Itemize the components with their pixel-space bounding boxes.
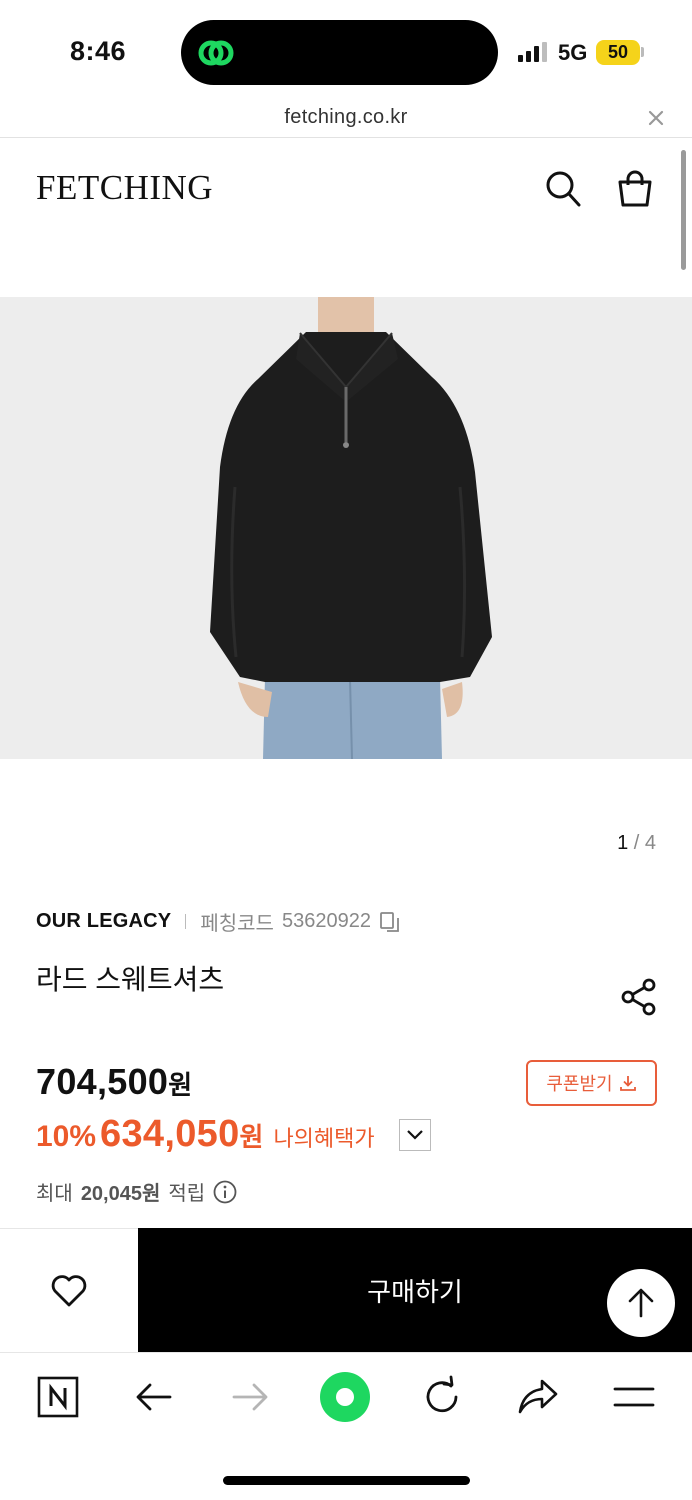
coupon-button[interactable]: 쿠폰받기 — [526, 1060, 657, 1106]
discount-rate: 10% — [36, 1120, 97, 1153]
search-icon[interactable] — [545, 170, 581, 208]
image-separator: / — [633, 832, 640, 854]
original-price: 704,500원 — [36, 1061, 192, 1103]
home-indicator[interactable] — [223, 1476, 470, 1485]
reward-points: 최대 20,045원 적립 — [36, 1177, 237, 1206]
url-text[interactable]: fetching.co.kr — [0, 106, 692, 129]
network-type: 5G — [558, 40, 588, 65]
sale-price-row: 10% 634,050 원 나의혜택가 — [36, 1113, 375, 1156]
product-image[interactable] — [0, 297, 692, 759]
sale-currency-unit: 원 — [239, 1122, 264, 1152]
points-prefix: 최대 — [36, 1183, 73, 1205]
menu-icon[interactable] — [612, 1375, 656, 1419]
battery-tip — [641, 47, 644, 57]
benefit-dropdown-toggle[interactable] — [399, 1119, 431, 1151]
divider — [185, 914, 187, 929]
arrow-up-icon — [628, 1288, 654, 1318]
image-current: 1 — [617, 832, 629, 854]
purchase-bar: 구매하기 — [0, 1228, 692, 1352]
green-dot-icon[interactable] — [318, 1370, 372, 1424]
image-total: 4 — [644, 832, 656, 854]
original-price-value: 704,500 — [36, 1061, 169, 1102]
heart-icon — [51, 1274, 87, 1306]
sale-price: 634,050 — [100, 1113, 240, 1155]
product-code: 53620922 — [281, 910, 371, 932]
address-bar[interactable]: fetching.co.kr — [0, 100, 692, 138]
shopping-bag-icon[interactable] — [616, 170, 654, 208]
brand-row: OUR LEGACY 페칭코드 53620922 — [36, 907, 401, 936]
scroll-to-top-button[interactable] — [607, 1269, 675, 1337]
brand-name[interactable]: OUR LEGACY — [36, 910, 171, 933]
back-icon[interactable] — [132, 1375, 176, 1419]
points-suffix: 적립 — [168, 1183, 206, 1205]
close-icon[interactable] — [646, 108, 666, 128]
wishlist-button[interactable] — [0, 1228, 138, 1352]
share-arrow-icon[interactable] — [516, 1375, 560, 1419]
coupon-label: 쿠폰받기 — [546, 1074, 613, 1094]
copy-icon[interactable] — [379, 911, 401, 933]
signal-icon — [518, 42, 547, 62]
site-logo[interactable]: FETCHING — [36, 168, 213, 208]
battery-indicator: 50 — [596, 40, 640, 65]
download-icon — [619, 1076, 636, 1091]
my-benefit-label: 나의혜택가 — [273, 1126, 375, 1151]
forward-icon[interactable] — [228, 1375, 272, 1419]
currency-unit: 원 — [168, 1070, 193, 1100]
link-app-icon — [198, 40, 234, 66]
status-time: 8:46 — [70, 36, 127, 66]
naver-icon[interactable] — [36, 1375, 80, 1419]
status-bar: 8:46 5G 50 — [0, 0, 692, 100]
product-code-label: 페칭코드 — [200, 913, 274, 935]
share-icon[interactable] — [620, 977, 658, 1017]
scrollbar-thumb[interactable] — [681, 150, 686, 270]
points-amount: 20,045원 — [80, 1183, 161, 1205]
product-name: 라드 스웨트셔츠 — [36, 964, 225, 995]
chevron-down-icon — [407, 1130, 423, 1140]
dynamic-island — [181, 20, 498, 85]
model-photo — [0, 297, 692, 759]
info-icon[interactable] — [213, 1180, 237, 1204]
reload-icon[interactable] — [420, 1375, 464, 1419]
image-counter: 1 / 4 — [617, 832, 656, 855]
